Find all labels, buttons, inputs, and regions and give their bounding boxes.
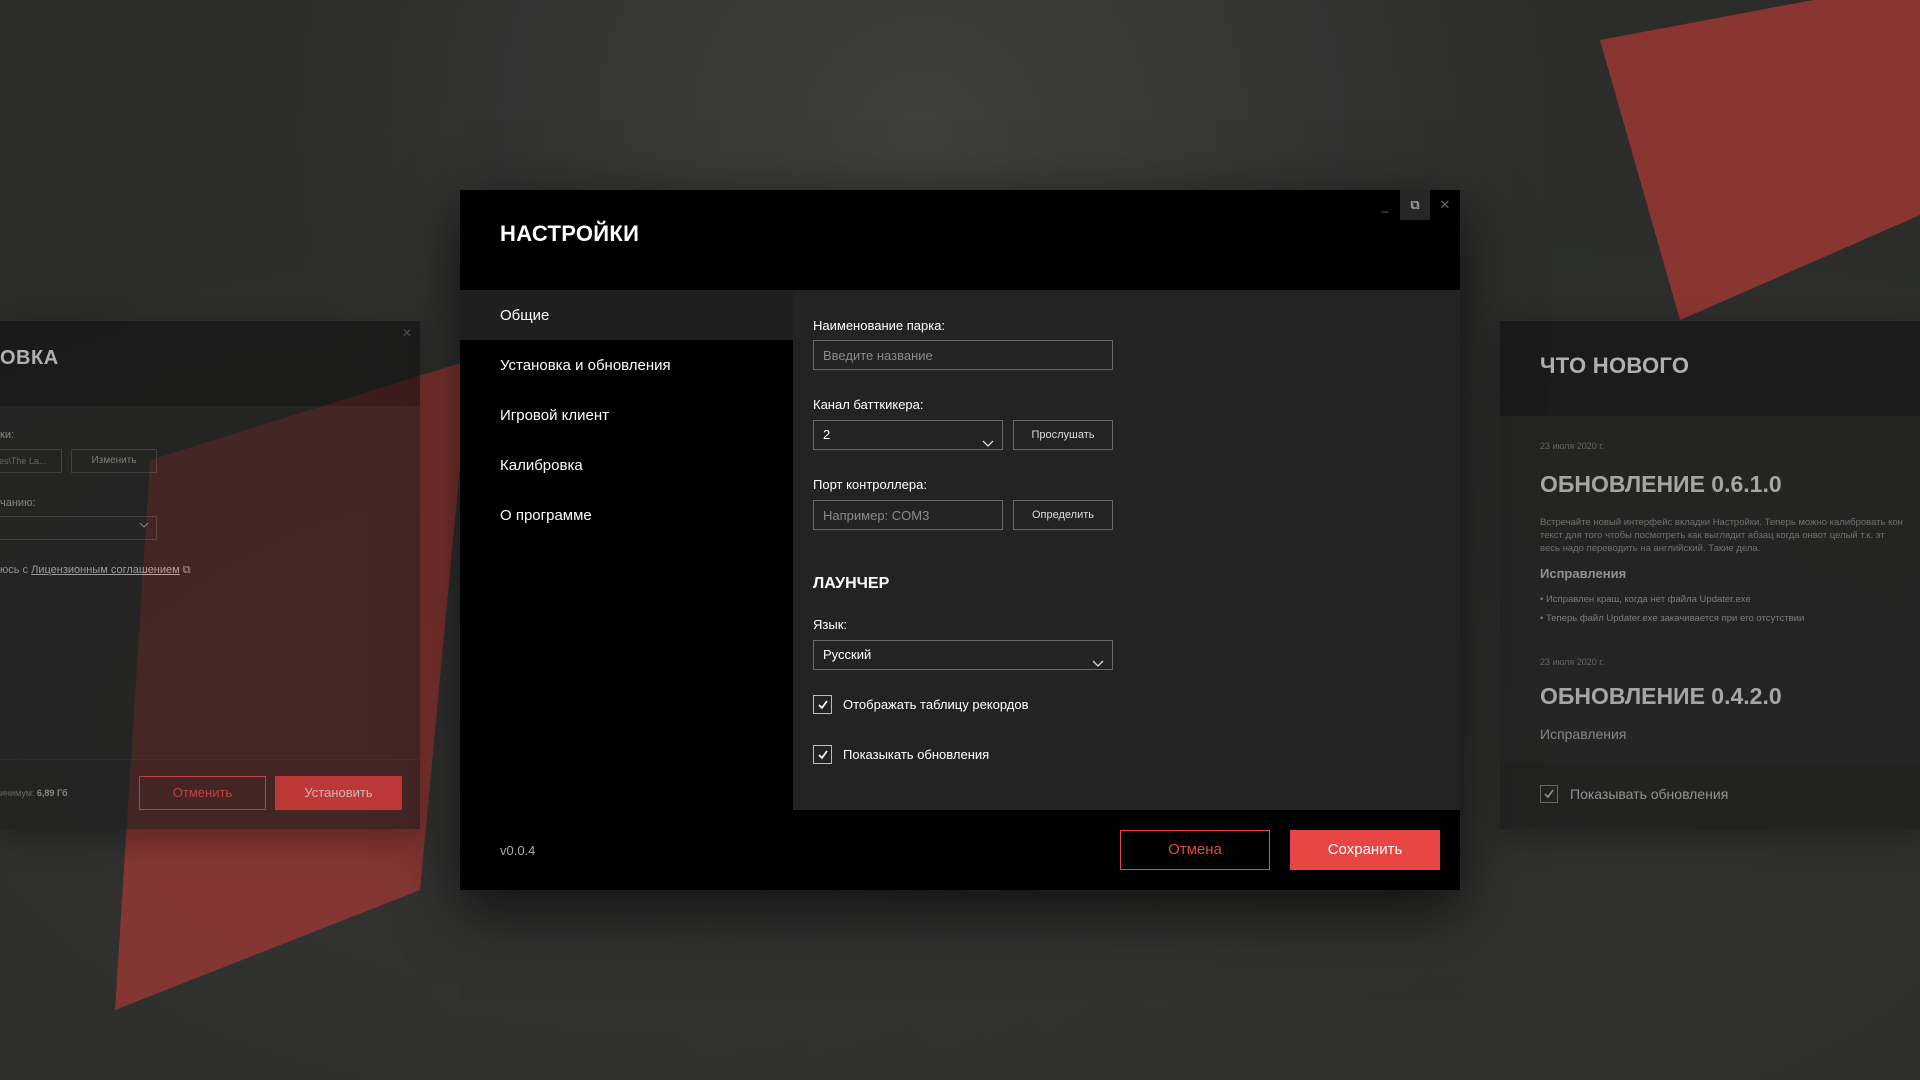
installer-title: ОВКА <box>0 347 59 369</box>
update-text-line: текст для того чтобы посмотреть как выгл… <box>1540 530 1885 541</box>
controller-port-label: Порт контроллера: <box>813 477 927 492</box>
license-agreement: юсь с Лицензионным соглашением ⧉ <box>0 564 191 576</box>
update-text-line: Встречайте новый интерфейс вкладки Настр… <box>1540 517 1903 528</box>
restore-icon[interactable]: ⧉ <box>1400 190 1430 220</box>
whats-new-panel: ЧТО НОВОГО 23 июля 2020 г. ОБНОВЛЕНИЕ 0.… <box>1500 321 1920 829</box>
show-updates-label: Показыкать обновления <box>843 747 990 762</box>
sidebar: Общие Установка и обновления Игровой кли… <box>460 290 793 810</box>
chevron-down-icon <box>982 430 994 458</box>
installer-select[interactable] <box>0 516 157 540</box>
settings-window: _ ⧉ ✕ НАСТРОЙКИ Общие Установка и обновл… <box>460 190 1460 890</box>
installer-cancel-button[interactable]: Отменить <box>139 776 266 810</box>
park-name-label: Наименование парка: <box>813 318 946 333</box>
park-name-input[interactable] <box>813 340 1113 370</box>
update-text-line: весь надо переводить на английский. Таки… <box>1540 543 1761 554</box>
window-controls: _ ⧉ ✕ <box>1370 190 1460 220</box>
settings-content: Наименование парка: Канал батткикера: 2 … <box>793 290 1460 810</box>
sidebar-item-install-updates[interactable]: Установка и обновления <box>460 340 793 390</box>
show-updates-checkbox[interactable] <box>1540 785 1558 803</box>
chevron-down-icon <box>1092 650 1104 678</box>
controller-port-input[interactable] <box>813 500 1003 530</box>
installer-footer: инимум: 6,89 Гб Отменить Установить <box>0 759 420 829</box>
fixes-heading: Исправления <box>1540 726 1627 742</box>
update-title: ОБНОВЛЕНИЕ 0.6.1.0 <box>1540 471 1782 497</box>
update-date: 23 июля 2020 г. <box>1540 657 1604 667</box>
show-updates-checkbox[interactable] <box>813 745 832 764</box>
default-label: чанию: <box>0 497 36 509</box>
show-updates-label: Показывать обновления <box>1570 786 1729 802</box>
sidebar-item-general[interactable]: Общие <box>460 290 793 340</box>
cancel-button[interactable]: Отмена <box>1120 830 1270 870</box>
install-path-label: ки: <box>0 429 15 441</box>
fixes-heading: Исправления <box>1540 566 1627 581</box>
update-title: ОБНОВЛЕНИЕ 0.4.2.0 <box>1540 683 1782 709</box>
launcher-section-title: ЛАУНЧЕР <box>813 575 890 592</box>
save-button[interactable]: Сохранить <box>1290 830 1440 870</box>
page-title: НАСТРОЙКИ <box>500 221 640 246</box>
min-space: инимум: 6,89 Гб <box>0 788 68 798</box>
sidebar-item-game-client[interactable]: Игровой клиент <box>460 390 793 440</box>
installer-panel: ОВКА ✕ ки: es\The La... Изменить чанию: … <box>0 321 420 829</box>
settings-footer: v0.0.4 Отмена Сохранить <box>460 810 1460 890</box>
version-label: v0.0.4 <box>500 843 536 858</box>
show-leaderboard-label: Отображать таблицу рекордов <box>843 697 1029 712</box>
close-icon[interactable]: ✕ <box>1430 190 1460 220</box>
close-icon[interactable]: ✕ <box>402 326 412 340</box>
install-path-field[interactable]: es\The La... <box>0 449 62 473</box>
checkmark-icon <box>818 750 828 760</box>
show-leaderboard-checkbox[interactable] <box>813 695 832 714</box>
fix-item: • Теперь файл Updater.exe закачивается п… <box>1540 613 1805 624</box>
update-date: 23 июля 2020 г. <box>1540 441 1604 451</box>
listen-button[interactable]: Прослушать <box>1013 420 1113 450</box>
language-label: Язык: <box>813 617 847 632</box>
install-button[interactable]: Установить <box>275 776 402 810</box>
license-link[interactable]: Лицензионным соглашением <box>31 564 180 576</box>
checkmark-icon <box>818 700 828 710</box>
whats-new-title: ЧТО НОВОГО <box>1540 353 1690 378</box>
language-select[interactable]: Русский <box>813 640 1113 670</box>
chevron-down-icon <box>139 520 149 531</box>
buttkicker-label: Канал батткикера: <box>813 397 924 412</box>
change-path-button[interactable]: Изменить <box>71 449 157 473</box>
detect-button[interactable]: Определить <box>1013 500 1113 530</box>
minimize-icon[interactable]: _ <box>1370 190 1400 220</box>
buttkicker-select[interactable]: 2 <box>813 420 1003 450</box>
checkmark-icon <box>1544 789 1554 799</box>
sidebar-item-calibration[interactable]: Калибровка <box>460 440 793 490</box>
sidebar-item-about[interactable]: О программе <box>460 490 793 540</box>
fix-item: • Исправлен краш, когда нет файла Update… <box>1540 594 1751 605</box>
whats-new-footer: Показывать обновления <box>1500 763 1920 829</box>
external-link-icon: ⧉ <box>182 564 191 576</box>
